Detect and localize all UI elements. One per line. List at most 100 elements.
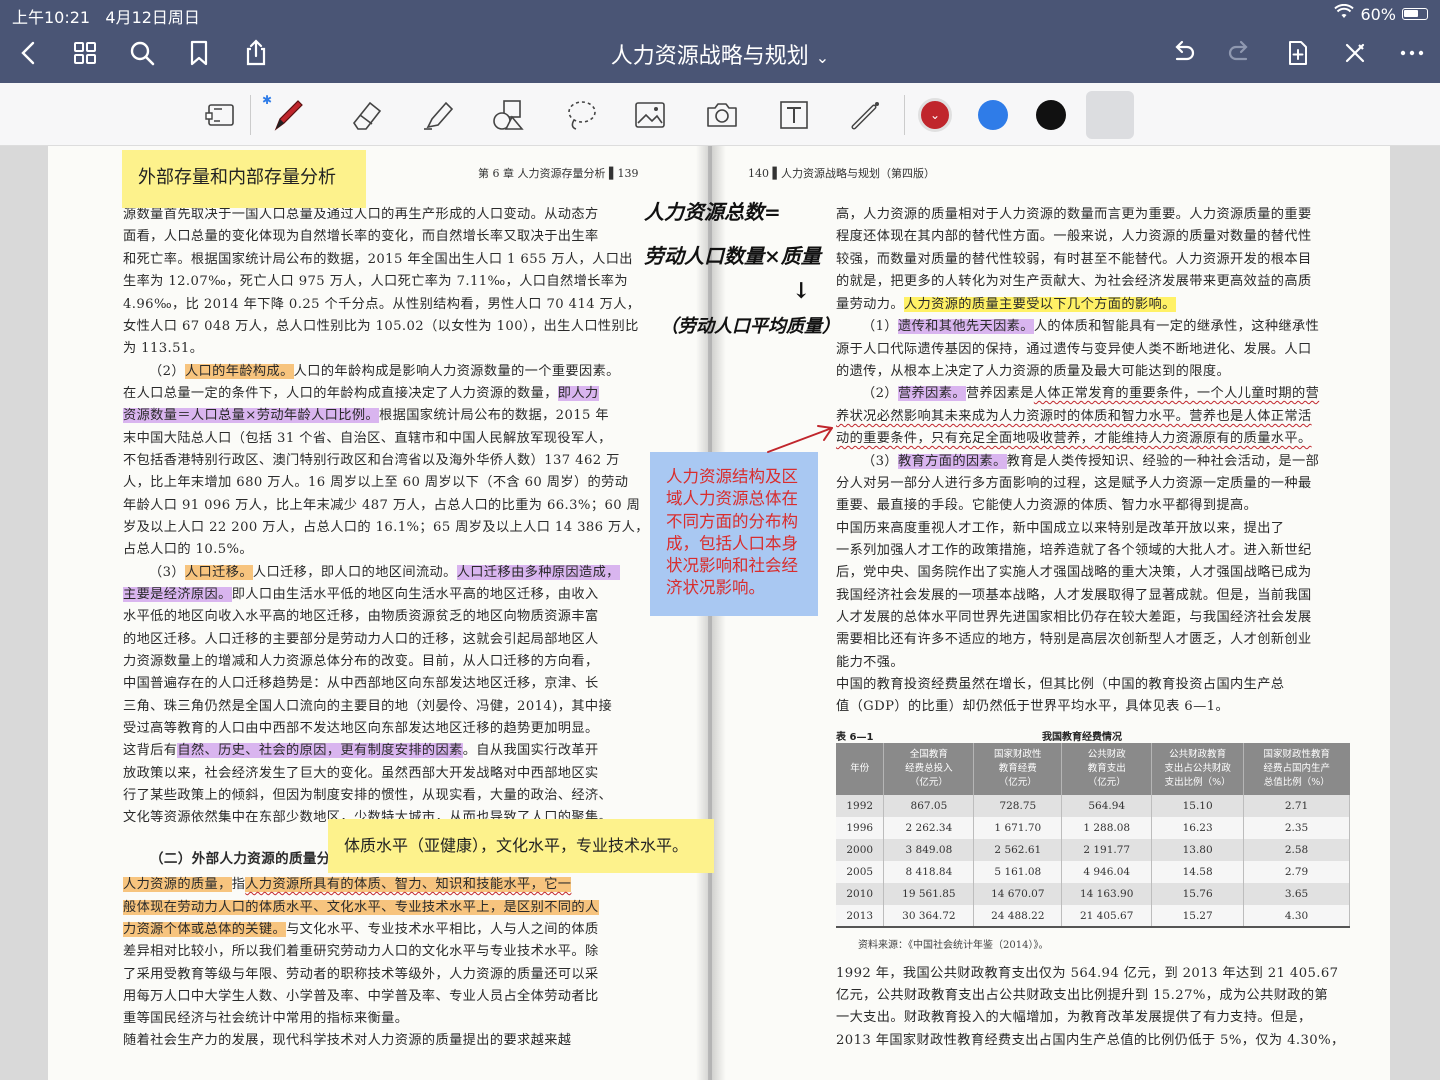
highlight-formula[interactable]: 资源数量＝人口总量×劳动年龄人口比例。 <box>123 408 380 423</box>
stroke-thin-selected[interactable] <box>1086 91 1134 139</box>
handwritten-note[interactable]: （劳动人口平均质量） <box>660 312 840 338</box>
table-cell: 21 405.67 <box>1061 905 1153 927</box>
highlight-quality-factors[interactable]: 人力资源的质量主要受以下几个方面的影响。 <box>903 297 1176 312</box>
top-bar: 上午10:21 4月12日周日 60% 人力资源战略与规划 ⌄ <box>0 0 1440 83</box>
text-line: 1992 年，我国公共财政教育支出仅为 564.94 亿元，到 2013 年达到… <box>836 966 1339 981</box>
table-cell: 15.27 <box>1151 905 1245 927</box>
text-line: 水平低的地区向收入水平高的地区迁移，由物质资源贫乏的地区向物质资源丰富 <box>123 609 599 624</box>
underline-nutrition[interactable]: 人体正常发育的重要条件，一个人儿童时期的营 <box>1034 386 1319 401</box>
text-line: 了采用受教育等级与年限、劳动者的职称技术等级外，人力资源的质量还可以采 <box>123 967 599 982</box>
page-view-icon[interactable] <box>196 91 244 139</box>
add-page-icon[interactable] <box>1281 36 1315 70</box>
highlight-economic-reason[interactable]: 主要是经济原因。 <box>123 587 232 602</box>
table-cell: 5 161.08 <box>973 861 1063 883</box>
close-tools-icon[interactable] <box>1338 36 1372 70</box>
highlight-quality-definition[interactable]: 人力资源所具有的体质、智力、知识和技能水平，它一 <box>245 877 572 892</box>
text-line: 行了某些政策上的倾斜，但因为制度安排的惯性，从现实看，大量的政治、经济、 <box>123 788 613 803</box>
highlight-formula[interactable]: 即人力 <box>557 386 599 401</box>
wifi-icon <box>1334 3 1355 24</box>
highlight-nutrition[interactable]: 营养因素。 <box>897 386 966 401</box>
color-blue[interactable] <box>978 100 1008 130</box>
color-red-selected[interactable]: ⌄ <box>918 98 952 132</box>
arrow-down-icon: ↓ <box>792 278 811 304</box>
table-cell: 30 364.72 <box>883 905 975 927</box>
handwritten-note[interactable]: 劳动人口数量×质量 <box>644 240 821 269</box>
highlight-institutional[interactable]: 自然、历史、社会的原因，更有制度安排的因素 <box>177 743 463 758</box>
image-icon[interactable] <box>626 91 674 139</box>
text-line: 为 113.51。 <box>123 341 204 356</box>
table-header: 公共财政 教育支出 （亿元） <box>1061 743 1153 795</box>
table-cell: 15.10 <box>1151 795 1245 817</box>
text-line: （3）人口迁移。人口迁移，即人口的地区间流动。人口迁移由多种原因造成， <box>149 565 620 580</box>
laser-pointer-icon[interactable] <box>842 91 890 139</box>
more-icon[interactable] <box>1395 36 1429 70</box>
text-line: 占总人口的 10.5%。 <box>123 542 254 557</box>
highlight-genetics[interactable]: 遗传和其他先天因素。 <box>897 319 1034 334</box>
table-row: 2000 3 849.08 2 562.61 2 191.77 13.80 2.58 <box>836 839 1350 861</box>
text-line: 的地区迁移。人口迁移的主要部分是劳动力人口的迁移，这就会引起局部地区人 <box>123 632 599 647</box>
bluetooth-icon: ✱ <box>262 93 273 107</box>
text-line: 女性人口 67 048 万人，总人口性别比为 105.02（以女性为 100），… <box>123 319 639 334</box>
sticky-note-yellow[interactable]: 外部存量和内部存量分析 <box>122 150 366 208</box>
right-running-head: 140 ▌人力资源战略与规划（第四版） <box>748 167 935 180</box>
text-line: 力资源个体或总体的关键。与文化水平、专业技术水平相比，人与人之间的体质 <box>123 922 599 937</box>
color-black[interactable] <box>1036 100 1066 130</box>
text-line: 中国历来高度重视人才工作，新中国成立以来特别是改革开放以来，提出了 <box>836 521 1285 536</box>
sticky-note-yellow[interactable]: 体质水平（亚健康），文化水平，专业技术水平。 <box>328 819 714 873</box>
table-cell: 2013 <box>836 905 885 927</box>
table-source: 资料来源：《中国社会统计年鉴（2014）》。 <box>858 940 1049 951</box>
table-header: 公共财政教育 支出占公共财政 支出比例（%） <box>1151 743 1245 795</box>
redo-icon[interactable] <box>1223 36 1257 70</box>
text-line: 末中国大陆总人口（包括 31 个省、自治区、直辖市和中国人民解放军现役军人， <box>123 431 612 446</box>
table-label: 表 6—1 <box>836 732 874 743</box>
table-cell: 2.58 <box>1243 839 1350 861</box>
text-box-icon[interactable] <box>770 91 818 139</box>
section-heading: （二）外部人力资源的质量分 <box>150 851 331 867</box>
text-line: 人，比上年末增加 680 万人。16 周岁以上至 60 周岁以下（不含 60 周… <box>123 475 629 490</box>
table-cell: 14.58 <box>1151 861 1245 883</box>
camera-icon[interactable] <box>698 91 746 139</box>
text-line: 中国普遍存在的人口迁移趋势是：从中西部地区向东部发达地区迁移，京津、长 <box>123 676 599 691</box>
table-cell: 2.35 <box>1243 817 1350 839</box>
underline-nutrition[interactable]: 动的重要条件，只有充足全面地吸收营养，才能维持人力资源原有的质量水平。 <box>836 431 1312 446</box>
highlight-quality-definition[interactable]: 力资源个体或总体的关键。 <box>123 922 287 937</box>
table-header: 国家财政性教育 经费占国内生产 总值比例（%） <box>1243 743 1350 795</box>
highlight-age-composition[interactable]: 人口的年龄构成。 <box>184 364 294 379</box>
text-line: 力资源数量上的增减和人力资源总体分布的改变。目前，从人口迁移的方向看， <box>123 654 599 669</box>
table-row: 1992 867.05 728.75 564.94 15.10 2.71 <box>836 795 1350 817</box>
undo-icon[interactable] <box>1166 36 1200 70</box>
red-arrow-icon <box>767 425 833 453</box>
highlight-education[interactable]: 教育方面的因素。 <box>897 454 1007 469</box>
table-cell: 867.05 <box>883 795 975 817</box>
sticky-note-blue[interactable]: 人力资源结构及区域人力资源总体在不同方面的分布构成，包括人口本身状况影响和社会经… <box>650 452 818 616</box>
table-cell: 4.30 <box>1243 905 1350 927</box>
left-running-head: 第 6 章 人力资源存量分析 ▌139 <box>478 167 639 180</box>
table-title: 我国教育经费情况 <box>1042 732 1122 743</box>
table-header-row: 年份 全国教育 经费总投入 （亿元） 国家财政性 教育经费 （亿元） 公共财政 … <box>836 743 1350 795</box>
text-line: 后，党中央、国务院作出了实施人才强国战略的重大决策，人才强国战略已成为 <box>836 565 1312 580</box>
text-line: 差异相对比较小，所以我们着重研究劳动力人口的文化水平与专业技术水平。除 <box>123 944 599 959</box>
table-row: 2005 8 418.84 5 161.08 4 946.04 14.58 2.79 <box>836 861 1350 883</box>
highlight-quality-definition[interactable]: 人力资源的质量， <box>123 877 232 892</box>
table-cell: 728.75 <box>973 795 1063 817</box>
text-line: 程度还体现在其内部的替代性方面。一般来说，人力资源的质量对数量的替代性 <box>836 229 1312 244</box>
highlighter-icon[interactable] <box>414 91 462 139</box>
text-line: 量劳动力。人力资源的质量主要受以下几个方面的影响。 <box>836 297 1176 312</box>
highlight-migration[interactable]: 人口迁移。 <box>184 565 253 580</box>
table-cell: 24 488.22 <box>973 905 1063 927</box>
table-cell: 1 288.08 <box>1061 817 1153 839</box>
shapes-icon[interactable] <box>484 91 532 139</box>
text-line: 人才发展的总体水平同世界先进国家相比仍存在较大差距，与我国经济社会发展 <box>836 610 1312 625</box>
table-cell: 13.80 <box>1151 839 1245 861</box>
highlight-quality-definition[interactable]: 般体现在劳动力人口的体质水平、文化水平、专业技术水平上，是区别不同的人 <box>123 900 599 915</box>
text-line: 岁及以上人口 22 200 万人，占总人口的 16.1%；65 周岁及以上人口 … <box>123 520 649 535</box>
text-line: 重要、最直接的手段。它能使人力资源的体质、智力水平都得到提高。 <box>836 498 1258 513</box>
handwritten-note[interactable]: 人力资源总数= <box>644 196 781 225</box>
title-chevron-icon: ⌄ <box>815 48 830 67</box>
eraser-icon[interactable] <box>342 91 390 139</box>
table-cell: 14 670.07 <box>973 883 1063 905</box>
lasso-icon[interactable] <box>556 91 604 139</box>
text-line: 主要是经济原因。即人口由生活水平低的地区向生活水平高的地区迁移，由收入 <box>123 587 599 602</box>
underline-nutrition[interactable]: 养状况必然影响其未来成为人力资源时的体质和智力水平。营养也是人体正常活 <box>836 409 1312 424</box>
highlight-migration-causes[interactable]: 人口迁移由多种原因造成， <box>456 565 620 580</box>
